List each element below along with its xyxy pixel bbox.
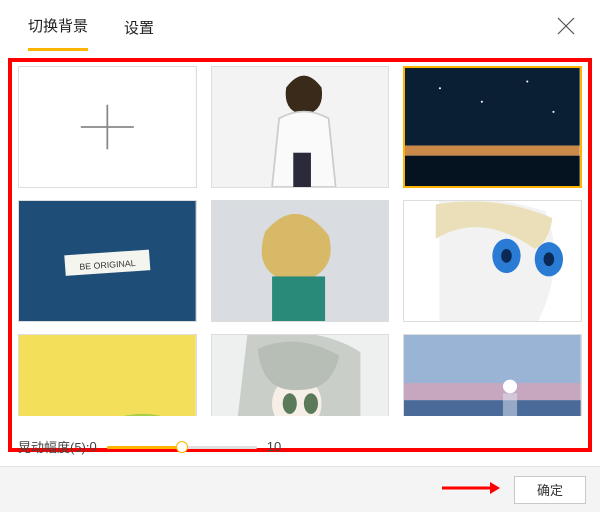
thumbnail-night-sky-horizon[interactable] [403,66,582,188]
dialog-header: 切换背景 设置 [0,0,600,52]
annotation-arrow [440,478,500,498]
slider-min-label: 0 [90,439,97,454]
thumbnail-be-original-blue[interactable]: BE ORIGINAL [18,200,197,322]
tab-switch-background[interactable]: 切换背景 [28,1,88,51]
yellow-avocado-icon [19,335,196,416]
thumbnail-woman-white-shirt[interactable] [211,66,390,188]
night-sky-horizon-icon [405,68,580,186]
anime-grey-hair-icon [212,335,389,416]
thumbnail-anime-blue-eyes[interactable] [403,200,582,322]
woman-white-shirt-icon [212,67,389,187]
thumbnail-blonde-woman[interactable] [211,200,390,322]
slider-fill [107,446,182,449]
dialog-footer: 确定 [0,466,600,512]
slider-thumb[interactable] [176,441,188,453]
thumbnail-scroll-area: BE ORIGINAL [18,66,582,416]
slider-label: 晃动幅度(5): [18,437,90,456]
close-icon [554,14,578,38]
background-switch-dialog: 切换背景 设置 BE ORIGINAL 晃动幅度(5): 0 10 确定 [0,0,600,512]
anime-blue-eyes-icon [404,201,581,321]
amplitude-slider[interactable] [107,440,257,454]
add-new-icon [19,67,196,187]
thumbnail-grid: BE ORIGINAL [18,66,582,416]
blonde-woman-icon [212,201,389,321]
ok-button[interactable]: 确定 [514,476,586,504]
moon-over-sea-icon [404,335,581,416]
tab-settings[interactable]: 设置 [124,3,154,50]
close-button[interactable] [554,14,578,38]
be-original-blue-icon: BE ORIGINAL [19,201,196,321]
thumbnail-yellow-avocado[interactable] [18,334,197,416]
thumbnail-anime-grey-hair[interactable] [211,334,390,416]
slider-max-label: 10 [267,439,281,454]
shake-amplitude-row: 晃动幅度(5): 0 10 [18,437,281,456]
thumbnail-add-new[interactable] [18,66,197,188]
thumbnail-moon-over-sea[interactable] [403,334,582,416]
